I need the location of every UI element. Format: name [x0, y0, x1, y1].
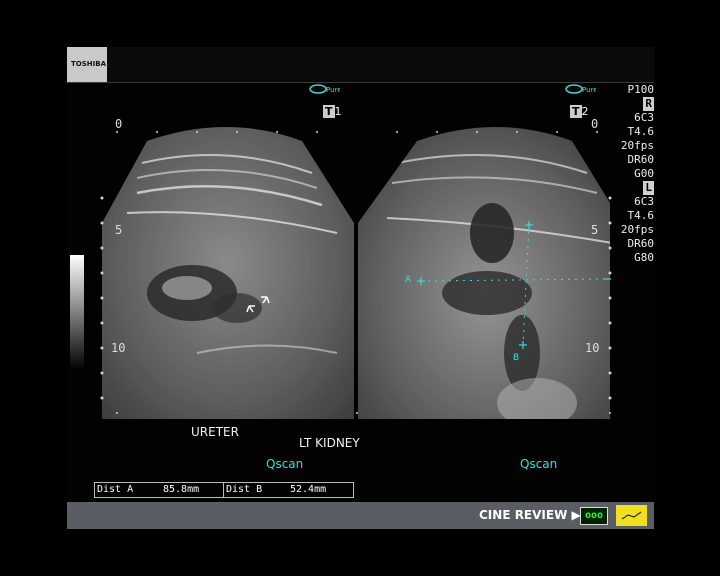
panel-tag-right-number: 2 — [581, 105, 589, 118]
dist-a-label: Dist A — [97, 484, 134, 495]
param-l-probe: 6C3 — [634, 195, 654, 208]
param-l-g: G80 — [634, 251, 654, 264]
depth-right-5: 5 — [591, 223, 599, 237]
caliper-a-label: A — [405, 275, 412, 285]
qscan-right: Qscan — [520, 457, 558, 471]
ultrasound-images — [100, 127, 612, 419]
param-l-fps: 20fps — [620, 223, 654, 236]
cine-loop-icon — [621, 511, 642, 520]
title-bar: TOSHIBA — [67, 47, 654, 82]
qscan-left: Qscan — [266, 457, 304, 471]
panel-tag-right: T2 — [570, 105, 589, 118]
param-p: P100 — [627, 83, 655, 96]
probe-icon-left: Pure — [309, 84, 340, 94]
lt-kidney-label: LT KIDNEY — [299, 436, 360, 450]
grayscale-bar — [70, 255, 84, 370]
cine-review-label: CINE REVIEW ▶ — [479, 508, 581, 522]
left-scan-sector — [102, 127, 354, 419]
measurement-dist-b: Dist B 52.4mm — [223, 482, 354, 498]
ultrasound-screen: TOSHIBA Pure Pure T 1 T 2 0 5 10 0 5 10 … — [67, 47, 654, 529]
depth-right-0: 0 — [591, 117, 599, 131]
status-bar: CINE REVIEW ▶ ooo — [67, 502, 654, 529]
param-r-label: R — [643, 97, 654, 111]
param-l-label: L — [643, 181, 654, 195]
param-r-t: T4.6 — [627, 125, 655, 138]
dist-b-label: Dist B — [226, 484, 263, 495]
caliper-b-label: B — [513, 353, 520, 363]
param-r-probe: 6C3 — [634, 111, 654, 124]
ureter-label: URETER — [191, 425, 239, 439]
parameter-panel: P100 R 6C3 T4.6 20fps DR60 G00 L 6C3 T4.… — [607, 83, 654, 265]
cine-loop-button[interactable] — [616, 505, 647, 526]
right-scan-sector — [358, 127, 610, 419]
param-r-dr: DR60 — [627, 153, 655, 166]
param-r-g: G00 — [634, 167, 654, 180]
dist-b-value: 52.4mm — [290, 484, 327, 495]
pure-label-right: Pure — [582, 86, 596, 94]
probe-icon-right: Pure — [565, 84, 596, 94]
cine-play-button[interactable]: ooo — [580, 507, 608, 525]
depth-left-5: 5 — [115, 223, 123, 237]
brand-logo: TOSHIBA — [67, 47, 107, 82]
pure-label-left: Pure — [326, 86, 340, 94]
measurement-dist-a: Dist A 85.8mm — [94, 482, 224, 498]
param-l-t: T4.6 — [627, 209, 655, 222]
depth-left-10: 10 — [111, 341, 126, 355]
depth-right-10: 10 — [585, 341, 600, 355]
param-l-dr: DR60 — [627, 237, 655, 250]
panel-tag-left-number: 1 — [334, 105, 342, 118]
param-r-fps: 20fps — [620, 139, 654, 152]
depth-left-0: 0 — [115, 117, 123, 131]
panel-tag-left: T1 — [323, 105, 342, 118]
dist-a-value: 85.8mm — [163, 484, 200, 495]
